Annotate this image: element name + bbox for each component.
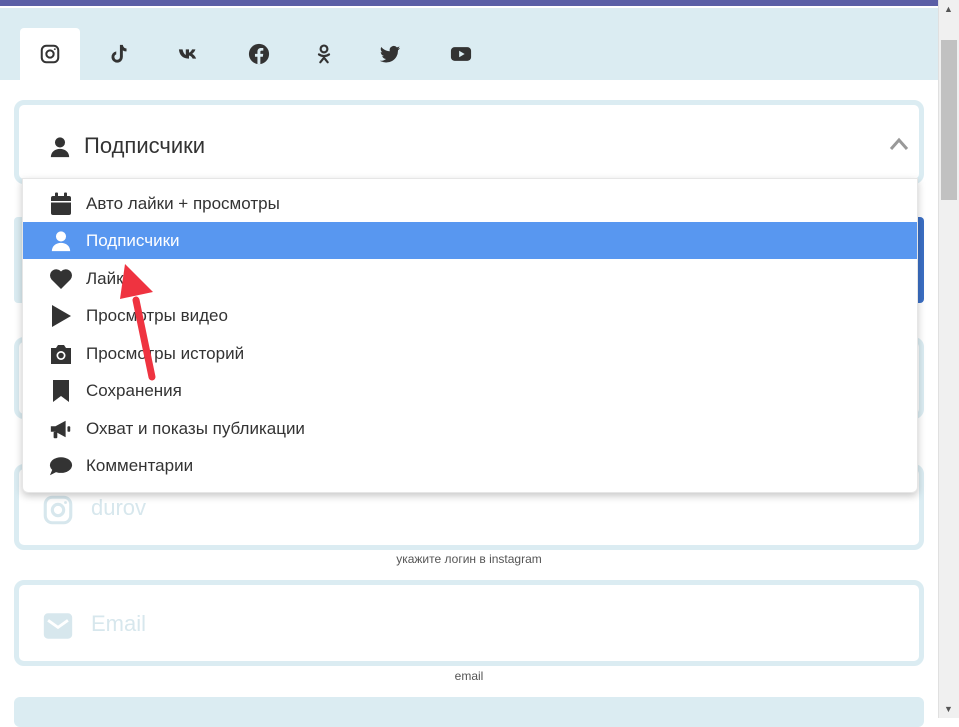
service-select-value: Подписчики bbox=[84, 133, 206, 158]
youtube-icon bbox=[450, 47, 472, 61]
tab-tiktok[interactable] bbox=[89, 28, 149, 80]
option-comments[interactable]: Комментарии bbox=[23, 447, 917, 484]
option-followers[interactable]: Подписчики bbox=[23, 222, 917, 259]
scrollbar[interactable]: ▲ ▼ bbox=[938, 0, 959, 718]
scroll-up-icon[interactable]: ▲ bbox=[944, 4, 953, 14]
option-reach[interactable]: Охват и показы публикации bbox=[23, 410, 917, 447]
bookmark-icon bbox=[49, 379, 73, 403]
option-label: Авто лайки + просмотры bbox=[86, 193, 280, 213]
tab-youtube[interactable] bbox=[431, 28, 491, 80]
tab-instagram[interactable] bbox=[20, 28, 80, 80]
header-bar bbox=[0, 0, 938, 6]
tab-vk[interactable] bbox=[159, 28, 219, 80]
option-story-views[interactable]: Просмотры историй bbox=[23, 335, 917, 372]
login-input[interactable]: durov bbox=[91, 495, 146, 521]
email-hint: email bbox=[454, 669, 484, 683]
user-icon bbox=[50, 137, 70, 158]
option-label: Просмотры видео bbox=[86, 305, 228, 325]
option-label: Просмотры историй bbox=[86, 343, 245, 363]
social-network-tabs bbox=[0, 8, 938, 80]
calendar-icon bbox=[49, 192, 73, 216]
vk-icon bbox=[178, 49, 197, 59]
info-note bbox=[14, 697, 924, 727]
option-label: Подписчики bbox=[86, 230, 180, 250]
camera-icon bbox=[49, 342, 73, 366]
scroll-thumb[interactable] bbox=[941, 40, 957, 200]
instagram-icon bbox=[40, 44, 60, 64]
odnoklassniki-icon bbox=[317, 44, 331, 64]
instagram-icon bbox=[43, 495, 73, 525]
chevron-up-icon[interactable] bbox=[889, 137, 909, 151]
scroll-down-icon[interactable]: ▼ bbox=[944, 704, 953, 714]
option-auto-likes[interactable]: Авто лайки + просмотры bbox=[23, 185, 917, 222]
play-icon bbox=[49, 304, 73, 328]
heart-icon bbox=[49, 267, 73, 291]
comment-icon bbox=[49, 454, 73, 478]
tab-twitter[interactable] bbox=[360, 28, 420, 80]
email-input[interactable]: Email bbox=[91, 611, 146, 637]
tab-facebook[interactable] bbox=[229, 28, 289, 80]
twitter-icon bbox=[379, 46, 401, 63]
megaphone-icon bbox=[49, 417, 73, 441]
login-hint: укажите логин в instagram bbox=[396, 552, 542, 566]
user-icon bbox=[49, 229, 73, 253]
option-likes[interactable]: Лайки bbox=[23, 260, 917, 297]
email-field[interactable]: Email bbox=[14, 580, 924, 666]
envelope-icon bbox=[43, 613, 73, 639]
option-label: Комментарии bbox=[86, 455, 194, 475]
service-dropdown: Авто лайки + просмотры Подписчики Лайки … bbox=[22, 178, 918, 493]
option-label: Сохранения bbox=[86, 380, 182, 400]
option-video-views[interactable]: Просмотры видео bbox=[23, 297, 917, 334]
option-saves[interactable]: Сохранения bbox=[23, 372, 917, 409]
tiktok-icon bbox=[111, 44, 127, 63]
option-label: Охват и показы публикации bbox=[86, 418, 305, 438]
service-select[interactable]: Подписчики bbox=[14, 100, 924, 184]
option-label: Лайки bbox=[86, 268, 134, 288]
facebook-icon bbox=[248, 43, 270, 65]
tab-odnoklassniki[interactable] bbox=[294, 28, 354, 80]
